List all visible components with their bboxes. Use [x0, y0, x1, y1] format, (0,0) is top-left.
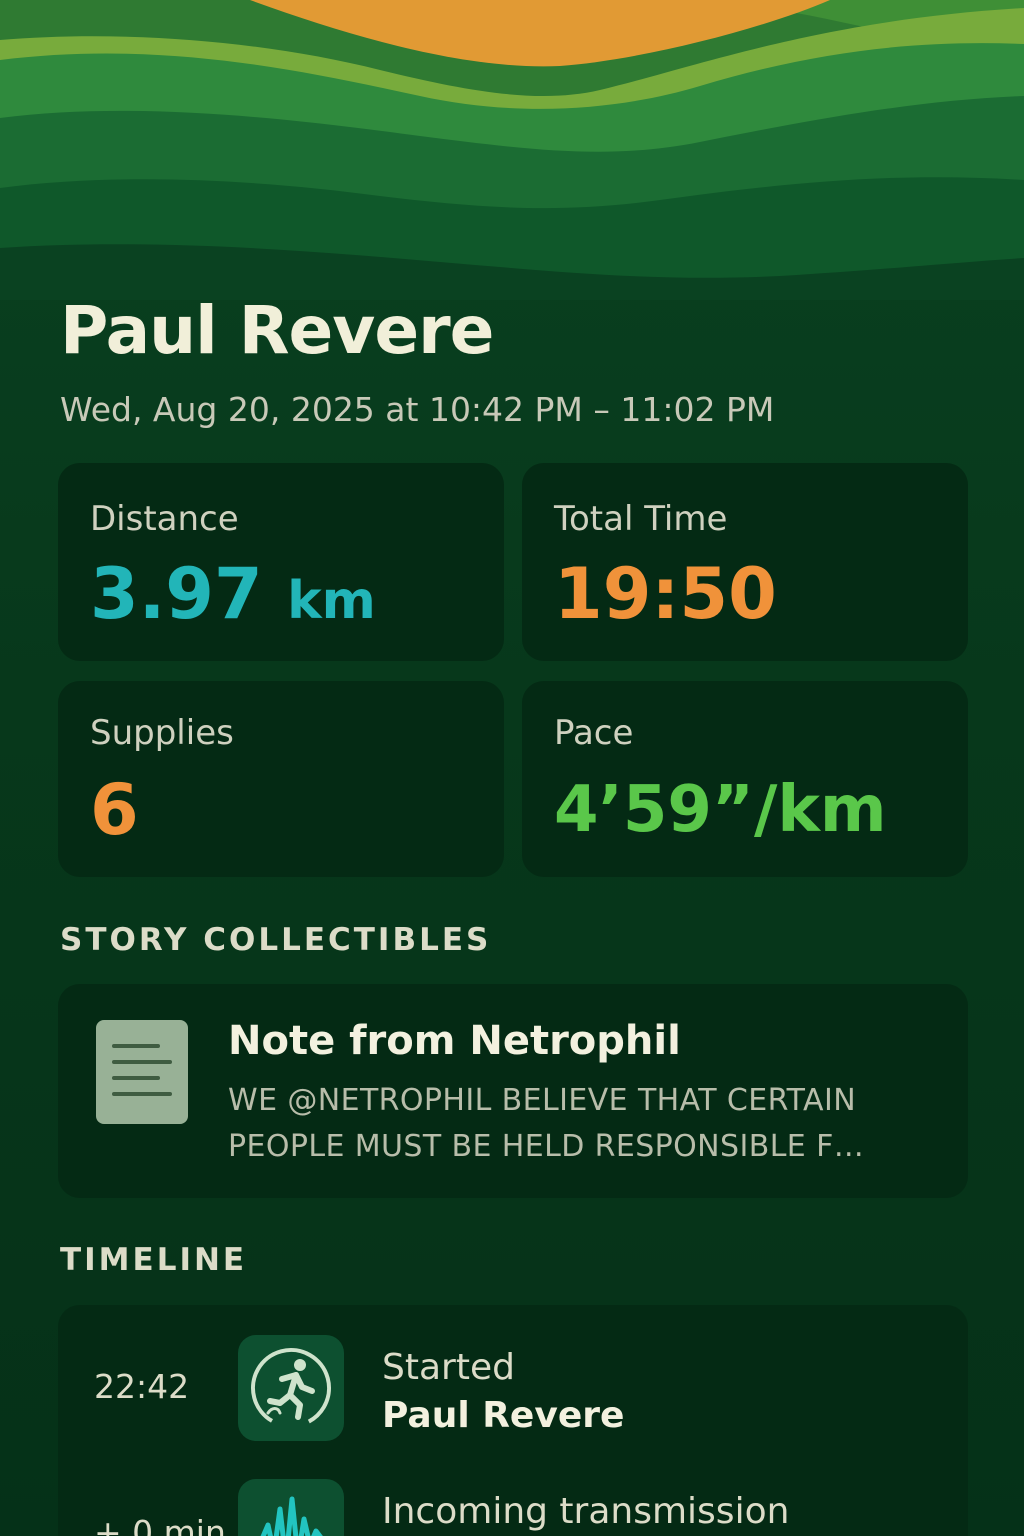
pace-value: 4’59”/km [554, 773, 887, 847]
supplies-value: 6 [90, 769, 139, 851]
timeline-event-time: 22:42 [94, 1367, 190, 1406]
collectible-note-card[interactable]: Note from Netrophil WE @NETROPHIL BELIEV… [58, 984, 968, 1198]
run-datetime: Wed, Aug 20, 2025 at 10:42 PM – 11:02 PM [60, 390, 775, 429]
distance-value: 3.97 km [90, 553, 376, 635]
collectible-preview: WE @NETROPHIL BELIEVE THAT CERTAIN PEOPL… [228, 1083, 865, 1164]
timeline-event-time: + 0 min [94, 1513, 226, 1536]
distance-number: 3.97 [90, 553, 263, 635]
timeline-card: 22:42 Started Paul Revere + 0 min Incomi… [58, 1305, 968, 1536]
timeline-event-subject: Paul Revere [382, 1395, 625, 1436]
runner-icon [238, 1335, 344, 1441]
timeline-event-action: Started [382, 1347, 515, 1388]
run-detail-content: Paul Revere Wed, Aug 20, 2025 at 10:42 P… [0, 0, 1024, 1536]
document-icon [96, 1020, 188, 1124]
distance-unit: km [287, 571, 376, 631]
total-time-value: 19:50 [554, 553, 777, 635]
run-title: Paul Revere [60, 292, 494, 369]
collectible-title: Note from Netrophil [228, 1018, 681, 1064]
waveform-icon [238, 1479, 344, 1536]
supplies-label: Supplies [90, 713, 234, 753]
total-time-stat-card: Total Time 19:50 [522, 463, 968, 661]
timeline-header: TIMELINE [60, 1242, 248, 1278]
timeline-event-action: Incoming transmission [382, 1491, 790, 1532]
distance-label: Distance [90, 499, 239, 539]
distance-stat-card: Distance 3.97 km [58, 463, 504, 661]
supplies-stat-card: Supplies 6 [58, 681, 504, 877]
pace-label: Pace [554, 713, 634, 753]
total-time-label: Total Time [554, 499, 728, 539]
run-detail-screen: Paul Revere Wed, Aug 20, 2025 at 10:42 P… [0, 0, 1024, 1536]
pace-stat-card: Pace 4’59”/km [522, 681, 968, 877]
story-collectibles-header: STORY COLLECTIBLES [60, 922, 492, 958]
